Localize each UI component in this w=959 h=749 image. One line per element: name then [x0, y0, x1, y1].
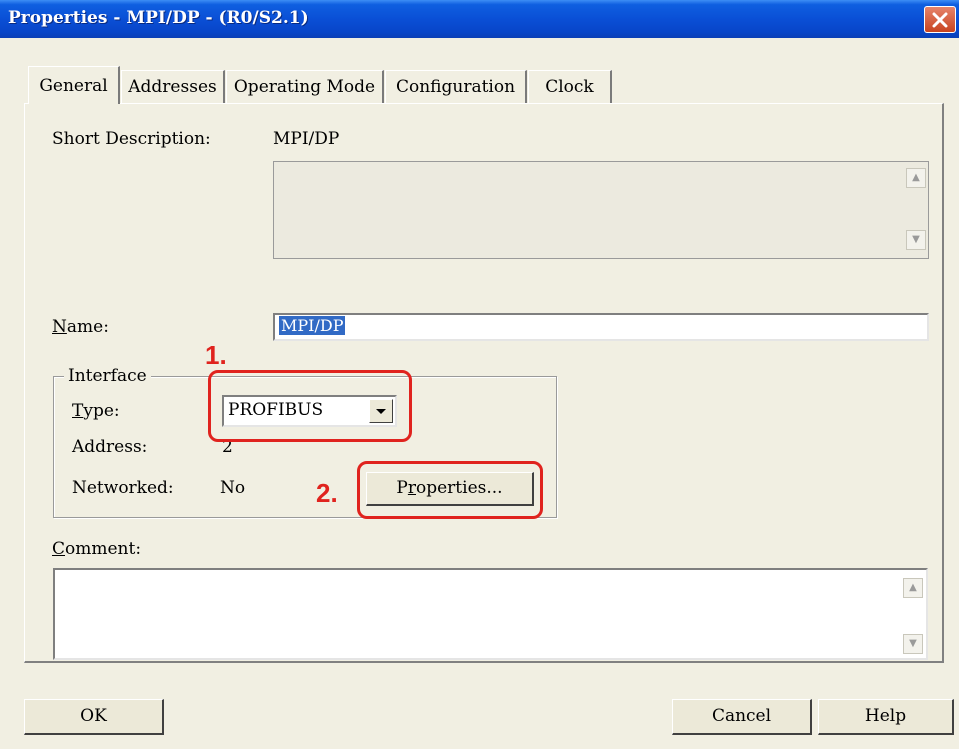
tab-operating-mode[interactable]: Operating Mode	[226, 70, 384, 103]
type-label-mnemonic: T	[72, 401, 84, 421]
name-label-rest: ame:	[66, 317, 109, 337]
tab-operating-mode-label: Operating Mode	[233, 77, 376, 97]
help-button[interactable]: Help	[818, 699, 954, 735]
networked-label: Networked:	[72, 478, 174, 498]
comment-label-rest: omment:	[65, 539, 142, 559]
tab-clock[interactable]: Clock	[528, 70, 612, 103]
tab-general[interactable]: General	[28, 66, 120, 104]
type-label-rest: ype:	[83, 401, 120, 421]
ok-button-label: OK	[80, 706, 107, 726]
title-bar[interactable]: Properties - MPI/DP - (R0/S2.1)	[0, 0, 959, 38]
type-label: Type:	[72, 401, 120, 421]
annotation-step-2: 2.	[316, 478, 338, 508]
tab-configuration[interactable]: Configuration	[385, 70, 527, 103]
tab-configuration-label: Configuration	[395, 77, 516, 97]
chevron-down-icon: ▼	[912, 234, 920, 245]
comment-scroll-up-button[interactable]: ▲	[903, 578, 923, 598]
short-description-value: MPI/DP	[273, 129, 340, 149]
tab-addresses[interactable]: Addresses	[121, 70, 225, 103]
tab-general-label: General	[39, 76, 108, 96]
ok-button[interactable]: OK	[24, 699, 164, 735]
description-text-area[interactable]: ▲ ▼	[273, 161, 929, 259]
comment-label-mnemonic: C	[52, 539, 66, 559]
cancel-button-label: Cancel	[711, 706, 772, 726]
comment-scroll-down-button[interactable]: ▼	[903, 634, 923, 654]
networked-value: No	[220, 478, 246, 498]
interface-group-legend: Interface	[64, 366, 151, 386]
address-label: Address:	[72, 437, 148, 457]
properties-dialog: Properties - MPI/DP - (R0/S2.1) General …	[0, 0, 959, 749]
chevron-down-icon: ▼	[909, 638, 917, 649]
tab-clock-label: Clock	[545, 77, 594, 97]
name-input-value: MPI/DP	[279, 316, 346, 335]
comment-label: Comment:	[52, 539, 141, 559]
cancel-button[interactable]: Cancel	[672, 699, 812, 735]
scroll-down-button[interactable]: ▼	[906, 230, 926, 250]
comment-text-area[interactable]: ▲ ▼	[53, 568, 928, 660]
help-button-label: Help	[864, 706, 907, 726]
annotation-step-1: 1.	[205, 340, 227, 370]
name-label-mnemonic: N	[52, 317, 67, 337]
close-icon	[932, 12, 948, 28]
scroll-up-button[interactable]: ▲	[906, 168, 926, 188]
tab-addresses-label: Addresses	[128, 77, 217, 97]
name-label: Name:	[52, 317, 109, 337]
annotation-box-2	[357, 461, 543, 519]
close-button[interactable]	[924, 6, 956, 33]
window-title: Properties - MPI/DP - (R0/S2.1)	[8, 8, 309, 28]
chevron-up-icon: ▲	[909, 582, 917, 593]
chevron-up-icon: ▲	[912, 172, 920, 183]
name-input[interactable]: MPI/DP	[273, 313, 929, 341]
annotation-box-1	[208, 370, 412, 442]
short-description-label: Short Description:	[52, 129, 211, 149]
